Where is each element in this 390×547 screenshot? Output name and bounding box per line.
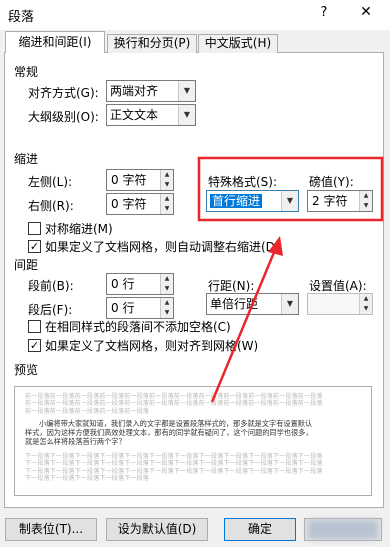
red-annotation-overlay: [197, 156, 384, 403]
annotation-arrow-head: [268, 236, 283, 256]
tab-indent-spacing[interactable]: 缩进和间距(I): [5, 31, 105, 53]
annotation-highlight-box: [197, 156, 384, 222]
annotation-arrow-line: [210, 249, 277, 403]
